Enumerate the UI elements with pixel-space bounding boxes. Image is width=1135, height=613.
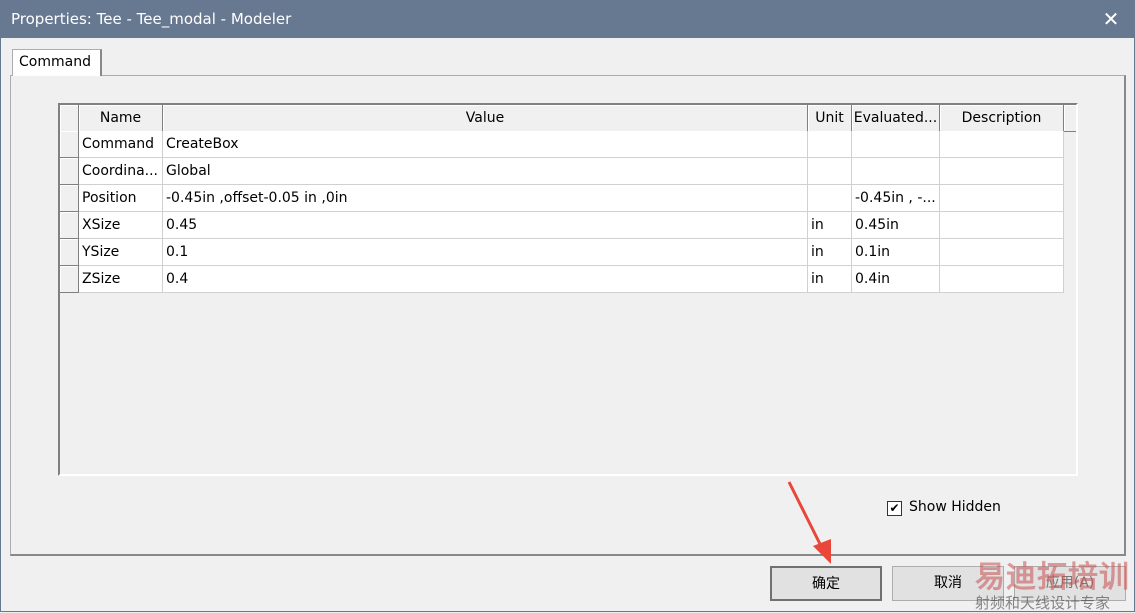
cell-name[interactable]: ZSize	[79, 266, 163, 293]
column-header-value[interactable]: Value	[163, 105, 808, 132]
cell-value[interactable]: -0.45in ,offset-0.05 in ,0in	[163, 185, 808, 212]
show-hidden-checkbox[interactable]: ✔	[887, 501, 902, 516]
close-icon[interactable]: ✕	[1101, 0, 1121, 38]
cell-unit[interactable]	[808, 185, 852, 212]
table-row[interactable]: Coordina... Global	[60, 158, 1064, 185]
table-row[interactable]: YSize 0.1 in 0.1in	[60, 239, 1064, 266]
cell-name[interactable]: Command	[79, 131, 163, 158]
cell-description[interactable]	[940, 212, 1064, 239]
show-hidden-label: Show Hidden	[909, 499, 1001, 515]
cell-name[interactable]: Coordina...	[79, 158, 163, 185]
title-bar: Properties: Tee - Tee_modal - Modeler	[0, 0, 1135, 38]
cell-unit[interactable]	[808, 131, 852, 158]
tab-label: Command	[19, 54, 91, 70]
apply-button[interactable]: 应用(A)	[1014, 566, 1126, 601]
header-row: Name Value Unit Evaluated... Description	[60, 105, 1076, 132]
column-header-name[interactable]: Name	[79, 105, 163, 132]
cell-description[interactable]	[940, 131, 1064, 158]
column-header-evaluated[interactable]: Evaluated...	[852, 105, 940, 132]
cell-value[interactable]: 0.45	[163, 212, 808, 239]
tab-command[interactable]: Command	[12, 49, 102, 76]
table-row[interactable]: XSize 0.45 in 0.45in	[60, 212, 1064, 239]
header-filler	[1064, 105, 1076, 132]
corner-header	[60, 105, 79, 132]
window-title: Properties: Tee - Tee_modal - Modeler	[11, 10, 292, 28]
table-row[interactable]: Command CreateBox	[60, 131, 1064, 158]
cell-description[interactable]	[940, 158, 1064, 185]
cell-value[interactable]: Global	[163, 158, 808, 185]
cell-unit[interactable]	[808, 158, 852, 185]
table-row[interactable]: Position -0.45in ,offset-0.05 in ,0in -0.4…	[60, 185, 1064, 212]
row-header[interactable]	[60, 131, 79, 158]
cell-evaluated[interactable]: 0.4in	[852, 266, 940, 293]
cell-name[interactable]: YSize	[79, 239, 163, 266]
cell-name[interactable]: XSize	[79, 212, 163, 239]
row-header[interactable]	[60, 158, 79, 185]
ok-button[interactable]: 确定	[770, 566, 882, 601]
cell-description[interactable]	[940, 266, 1064, 293]
cell-evaluated[interactable]	[852, 131, 940, 158]
cell-evaluated[interactable]: 0.45in	[852, 212, 940, 239]
cell-unit[interactable]: in	[808, 266, 852, 293]
row-header[interactable]	[60, 239, 79, 266]
column-header-unit[interactable]: Unit	[808, 105, 852, 132]
cell-name[interactable]: Position	[79, 185, 163, 212]
cancel-button[interactable]: 取消	[892, 566, 1004, 601]
cell-description[interactable]	[940, 239, 1064, 266]
cell-evaluated[interactable]: -0.45in , -...	[852, 185, 940, 212]
table-row[interactable]: ZSize 0.4 in 0.4in	[60, 266, 1064, 293]
cell-value[interactable]: CreateBox	[163, 131, 808, 158]
cell-unit[interactable]: in	[808, 212, 852, 239]
cell-evaluated[interactable]	[852, 158, 940, 185]
cell-unit[interactable]: in	[808, 239, 852, 266]
cell-value[interactable]: 0.4	[163, 266, 808, 293]
cell-value[interactable]: 0.1	[163, 239, 808, 266]
row-header[interactable]	[60, 266, 79, 293]
cell-evaluated[interactable]: 0.1in	[852, 239, 940, 266]
properties-grid: Name Value Unit Evaluated... Description…	[58, 103, 1078, 476]
column-header-description[interactable]: Description	[940, 105, 1064, 132]
cell-description[interactable]	[940, 185, 1064, 212]
row-header[interactable]	[60, 185, 79, 212]
row-header[interactable]	[60, 212, 79, 239]
